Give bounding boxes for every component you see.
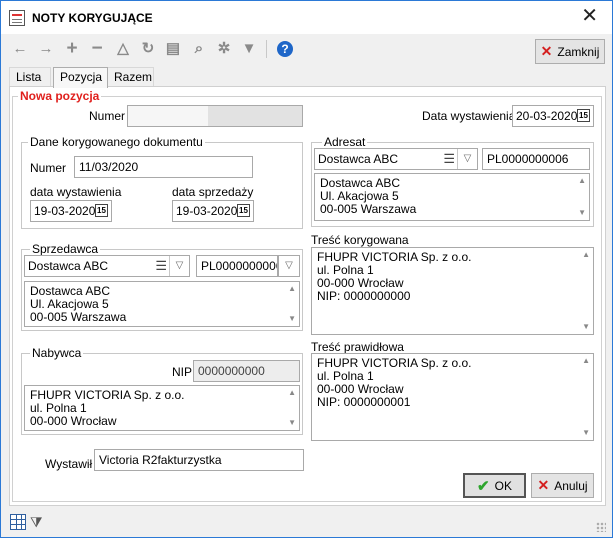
tab-razem[interactable]: Razem	[107, 67, 154, 87]
print-icon[interactable]: ▤	[164, 40, 182, 58]
tools-icon[interactable]: ✲	[215, 40, 233, 58]
wystawil-label: Wystawił	[45, 457, 93, 471]
scroll-down-icon[interactable]: ▼	[582, 429, 590, 437]
data-wystawienia-label: Data wystawienia	[422, 109, 516, 123]
help-icon[interactable]: ?	[277, 41, 293, 57]
cancel-x-icon: ✕	[537, 477, 550, 493]
korygowany-data-wystawienia-value: 19-03-2020	[34, 204, 96, 218]
nabywca-title: Nabywca	[30, 346, 84, 360]
sprzedawca-name: Dostawca ABC	[28, 259, 109, 273]
title-bar: NOTY KORYGUJĄCE ✕	[1, 1, 612, 34]
calendar-icon[interactable]: 15	[577, 109, 590, 122]
korygowany-numer-field[interactable]: 11/03/2020	[74, 156, 253, 178]
toolbar: ← → + − △ ↻ ▤ ⌕ ✲ ▼ ?	[1, 34, 612, 64]
scroll-down-icon[interactable]: ▼	[578, 209, 586, 217]
search-icon[interactable]: ⌕	[190, 40, 208, 58]
korygowany-data-wystawienia-label: data wystawienia	[30, 185, 122, 199]
calendar-icon[interactable]: 15	[95, 204, 108, 217]
nabywca-nip-field[interactable]: 0000000000	[193, 360, 300, 382]
sprzedawca-nip-field[interactable]: PL0000000006	[196, 255, 278, 277]
close-main-button[interactable]: ✕ Zamknij	[535, 39, 605, 64]
filter-settings-icon[interactable]: ⧩	[30, 514, 46, 530]
tab-lista[interactable]: Lista	[9, 67, 51, 87]
forward-arrow-icon[interactable]: →	[37, 40, 55, 58]
checkmark-icon: ✔	[477, 477, 490, 495]
close-x-icon: ✕	[540, 43, 553, 59]
dane-korygowanego-title: Dane korygowanego dokumentu	[28, 135, 205, 149]
status-bar: ⧩	[1, 508, 612, 537]
refresh-icon[interactable]: ↻	[139, 40, 157, 58]
calendar-icon[interactable]: 15	[237, 204, 250, 217]
sprzedawca-address-line: 00-005 Warszawa	[30, 310, 127, 324]
scroll-up-icon[interactable]: ▲	[288, 389, 296, 397]
scroll-down-icon[interactable]: ▼	[288, 419, 296, 427]
chevron-down-icon[interactable]: ▽	[457, 149, 477, 169]
minus-icon[interactable]: −	[88, 39, 106, 58]
ok-button[interactable]: ✔ OK	[463, 473, 526, 498]
list-icon[interactable]: ☰	[155, 256, 167, 276]
data-sprzedazy-value: 19-03-2020	[176, 204, 238, 218]
plus-icon[interactable]: +	[63, 39, 81, 58]
adresat-address[interactable]: Dostawca ABC Ul. Akacjowa 5 00-005 Warsz…	[314, 173, 590, 221]
back-arrow-icon[interactable]: ←	[11, 40, 29, 58]
numer-label: Numer	[89, 109, 126, 123]
tresc-korygowana-text[interactable]: FHUPR VICTORIA Sp. z o.o. ul. Polna 1 00…	[311, 247, 594, 335]
nabywca-address-line: 00-000 Wrocław	[30, 414, 117, 428]
nabywca-address[interactable]: FHUPR VICTORIA Sp. z o.o. ul. Polna 1 00…	[24, 385, 300, 431]
scroll-up-icon[interactable]: ▲	[582, 251, 590, 259]
tresc-prawidlowa-title: Treść prawidłowa	[311, 340, 404, 354]
korygowany-numer-label: Numer	[30, 161, 67, 175]
scroll-down-icon[interactable]: ▼	[582, 323, 590, 331]
tresc-prawidlowa-line: NIP: 0000000001	[317, 395, 411, 409]
scroll-up-icon[interactable]: ▲	[578, 177, 586, 185]
scroll-up-icon[interactable]: ▲	[582, 357, 590, 365]
ok-label: OK	[494, 478, 512, 493]
scroll-up-icon[interactable]: ▲	[288, 285, 296, 293]
data-sprzedazy-field[interactable]: 19-03-2020 15	[172, 200, 254, 222]
adresat-name: Dostawca ABC	[318, 152, 399, 166]
cancel-button[interactable]: ✕ Anuluj	[531, 473, 594, 498]
tresc-prawidlowa-text[interactable]: FHUPR VICTORIA Sp. z o.o. ul. Polna 1 00…	[311, 353, 594, 441]
resize-grip-icon[interactable]	[596, 522, 606, 532]
adresat-nip-field[interactable]: PL0000000006	[482, 148, 590, 170]
window-close-button[interactable]: ✕	[581, 6, 598, 26]
table-grid-icon[interactable]	[10, 514, 26, 530]
window-title: NOTY KORYGUJĄCE	[32, 11, 153, 25]
app-document-icon	[9, 10, 25, 26]
dialog-window: NOTY KORYGUJĄCE ✕ ← → + − △ ↻ ▤ ⌕ ✲ ▼ ? …	[0, 0, 613, 538]
list-icon[interactable]: ☰	[443, 149, 455, 169]
numer-field[interactable]	[127, 105, 303, 127]
adresat-address-line: 00-005 Warszawa	[320, 202, 417, 216]
data-wystawienia-value: 20-03-2020	[516, 109, 578, 123]
wystawil-field[interactable]: Victoria R2fakturzystka	[94, 449, 304, 471]
chevron-down-icon[interactable]: ▽	[278, 255, 300, 277]
adresat-title: Adresat	[322, 135, 368, 149]
cancel-label: Anuluj	[554, 478, 588, 493]
sprzedawca-title: Sprzedawca	[30, 242, 101, 256]
data-wystawienia-field[interactable]: 20-03-2020 15	[512, 105, 594, 127]
sprzedawca-combo[interactable]: Dostawca ABC ☰ ▽	[24, 255, 190, 277]
data-sprzedazy-label: data sprzedaży	[172, 185, 254, 199]
close-main-label: Zamknij	[557, 44, 600, 59]
section-title: Nowa pozycja	[18, 89, 102, 103]
scroll-down-icon[interactable]: ▼	[288, 315, 296, 323]
triangle-icon[interactable]: △	[114, 40, 132, 58]
korygowany-data-wystawienia-field[interactable]: 19-03-2020 15	[30, 200, 112, 222]
chevron-down-icon[interactable]: ▽	[169, 256, 189, 276]
tab-pozycja[interactable]: Pozycja	[53, 67, 108, 88]
filter-icon[interactable]: ▼	[240, 40, 258, 58]
tresc-korygowana-title: Treść korygowana	[311, 233, 409, 247]
toolbar-separator	[266, 40, 267, 58]
adresat-combo[interactable]: Dostawca ABC ☰ ▽	[314, 148, 478, 170]
nabywca-nip-label: NIP	[172, 365, 193, 379]
tresc-korygowana-line: NIP: 0000000000	[317, 289, 411, 303]
sprzedawca-address[interactable]: Dostawca ABC Ul. Akacjowa 5 00-005 Warsz…	[24, 281, 300, 327]
